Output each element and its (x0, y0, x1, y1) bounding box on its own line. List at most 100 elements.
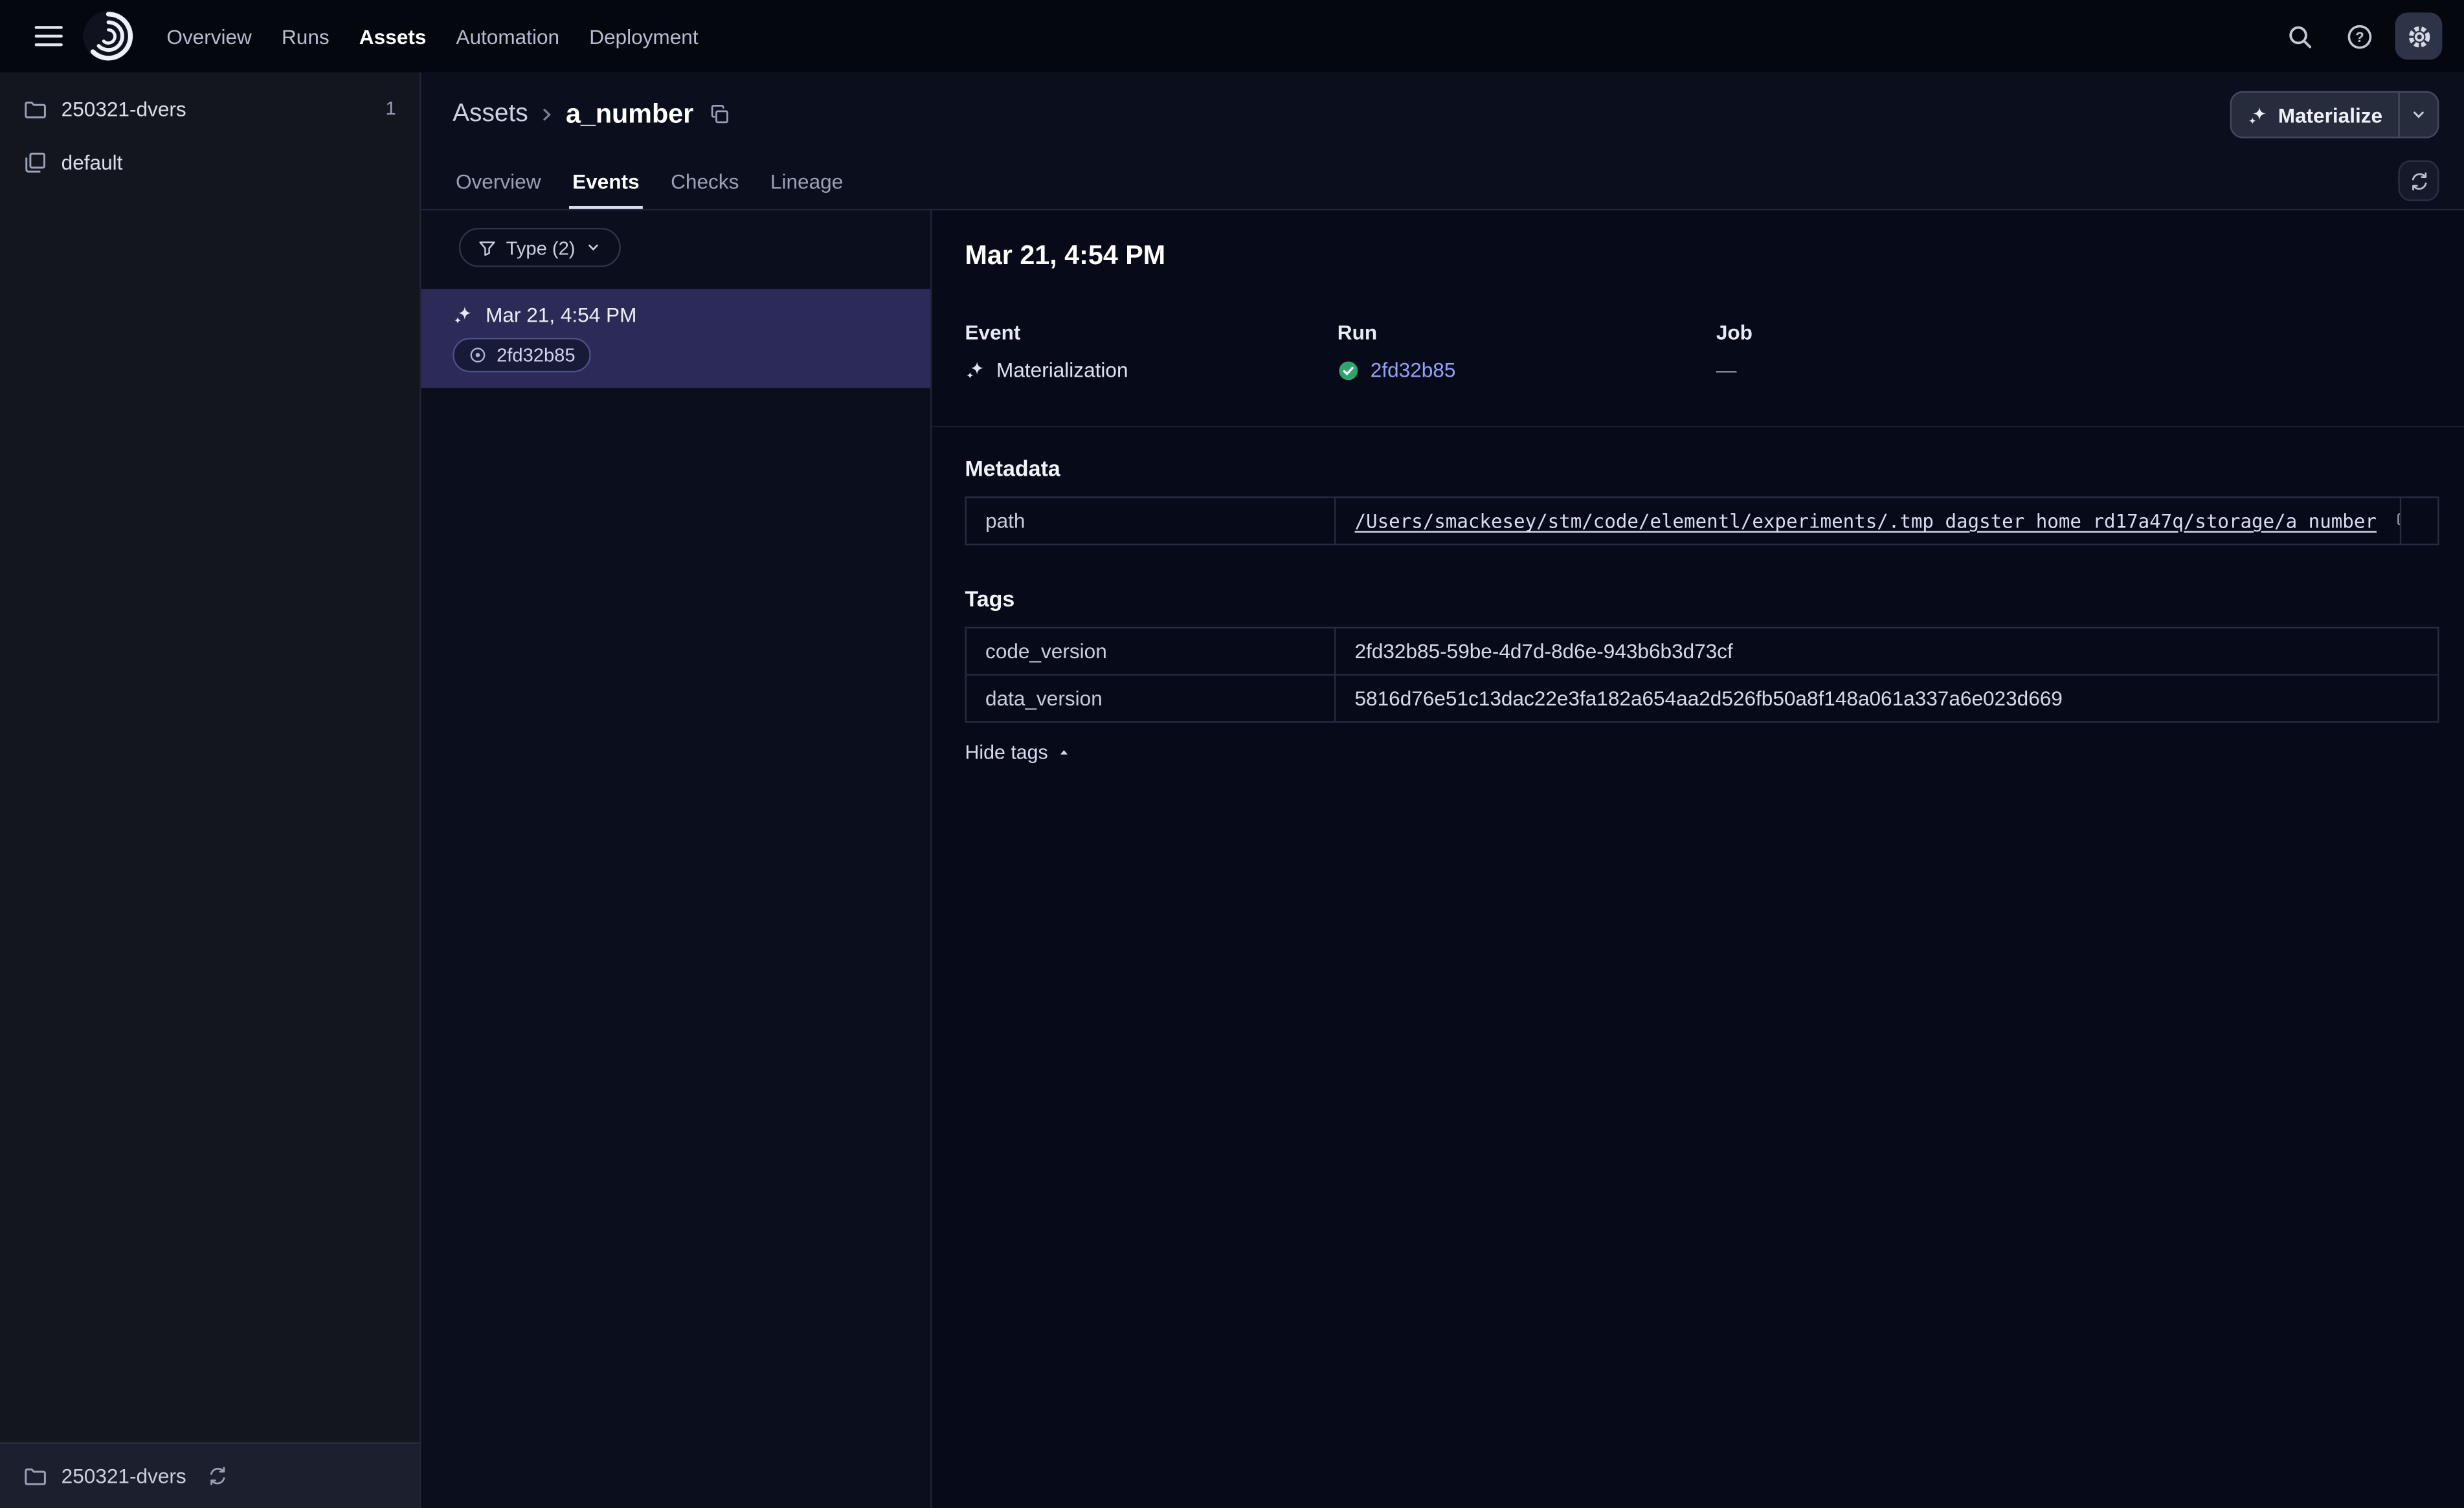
chevron-down-icon (2409, 105, 2428, 124)
dagster-logo[interactable] (82, 10, 135, 63)
main-area: Assets a_number Materialize Overview Eve… (421, 72, 2464, 1508)
breadcrumb-assets-link[interactable]: Assets (453, 100, 528, 129)
tag-value: 2fd32b85-59be-4d7d-8d6e-943b6b3d73cf (1334, 626, 2439, 676)
metadata-action-cell (2399, 496, 2439, 546)
event-value: Materialization (965, 358, 1337, 382)
copy-asset-name-button[interactable] (706, 100, 735, 129)
run-value: 2fd32b85 (1338, 358, 1716, 382)
event-detail-title: Mar 21, 4:54 PM (965, 240, 1166, 271)
metadata-heading: Metadata (965, 455, 1060, 481)
svg-text:?: ? (2355, 28, 2363, 45)
chevron-down-icon (585, 239, 602, 256)
tags-heading: Tags (965, 586, 1015, 612)
asset-group-icon (23, 150, 47, 173)
event-list-item[interactable]: Mar 21, 4:54 PM 2fd32b85 (421, 289, 931, 388)
tab-lineage[interactable]: Lineage (767, 170, 846, 209)
materialize-dropdown-button[interactable] (2400, 93, 2437, 137)
chevron-right-icon (536, 104, 558, 126)
folder-icon (23, 96, 47, 120)
section-divider (932, 425, 2464, 428)
event-detail-panel: Mar 21, 4:54 PM Event Materialization Ru… (932, 210, 2464, 1508)
nav-item-assets[interactable]: Assets (356, 18, 429, 54)
nav-item-deployment[interactable]: Deployment (586, 18, 701, 54)
footer-location-label: 250321-dvers (61, 1464, 186, 1488)
tags-table: code_version 2fd32b85-59be-4d7d-8d6e-943… (965, 626, 2439, 723)
menu-button[interactable] (22, 10, 76, 63)
hide-tags-label: Hide tags (965, 741, 1048, 764)
event-item-header: Mar 21, 4:54 PM (453, 304, 905, 327)
tab-events[interactable]: Events (569, 170, 642, 209)
tag-value: 5816d76e51c13dac22e3fa182a654aa2d526fb50… (1334, 674, 2439, 723)
tab-checks[interactable]: Checks (667, 170, 742, 209)
funnel-icon (478, 238, 497, 257)
hide-tags-link[interactable]: Hide tags (965, 742, 1071, 764)
summary-job-col: Job — (1716, 320, 2439, 382)
tag-key: code_version (965, 626, 1336, 676)
run-id-pill[interactable]: 2fd32b85 (453, 337, 591, 373)
event-type-label: Materialization (996, 358, 1128, 382)
asset-name: a_number (565, 98, 694, 129)
asset-count-badge: 1 (385, 97, 396, 120)
settings-button[interactable] (2395, 12, 2443, 60)
sync-icon[interactable] (207, 1466, 227, 1487)
asset-groups-sidebar: 250321-dvers 1 default 250321-dvers (0, 72, 421, 1508)
run-target-icon (468, 346, 487, 364)
events-list-panel: Type (2) Mar 21, 4:54 PM 2fd32b85 (421, 210, 932, 1508)
refresh-icon (2408, 170, 2429, 191)
table-row: data_version 5816d76e51c13dac22e3fa182a6… (965, 674, 2439, 723)
sidebar-item-group-default[interactable]: default (0, 135, 420, 189)
event-timestamp: Mar 21, 4:54 PM (486, 303, 637, 327)
copy-path-button[interactable] (2395, 512, 2399, 533)
caret-up-icon (1056, 745, 1071, 760)
tag-key: data_version (965, 674, 1336, 723)
primary-nav: Overview Runs Assets Automation Deployme… (163, 18, 701, 54)
metadata-value: /Users/smackesey/stm/code/elementl/exper… (1334, 496, 2402, 546)
events-content: Type (2) Mar 21, 4:54 PM 2fd32b85 Mar 21… (421, 210, 2464, 1508)
summary-run-col: Run 2fd32b85 (1338, 320, 1716, 382)
run-id-link[interactable]: 2fd32b85 (1371, 358, 1456, 381)
table-row: path /Users/smackesey/stm/code/elementl/… (965, 496, 2439, 546)
copy-icon (709, 104, 731, 126)
nav-item-runs[interactable]: Runs (278, 18, 332, 54)
type-filter-button[interactable]: Type (2) (458, 227, 621, 267)
event-label: Event (965, 320, 1021, 344)
type-filter-label: Type (2) (506, 236, 576, 259)
materialize-label: Materialize (2278, 103, 2383, 127)
sidebar-item-label: 250321-dvers (61, 96, 186, 120)
materialize-button[interactable]: Materialize (2231, 93, 2398, 137)
tab-overview[interactable]: Overview (453, 170, 544, 209)
job-label: Job (1716, 320, 1753, 344)
search-button[interactable] (2276, 12, 2323, 60)
refresh-button[interactable] (2398, 160, 2439, 201)
job-value: — (1716, 358, 1737, 382)
gear-icon (2405, 23, 2432, 49)
nav-item-overview[interactable]: Overview (163, 18, 254, 54)
folder-icon (23, 1464, 47, 1487)
event-summary-grid: Event Materialization Run 2fd32b85 Job — (965, 320, 2439, 382)
breadcrumb: Assets a_number Materialize (421, 72, 2464, 151)
nav-item-automation[interactable]: Automation (453, 18, 563, 54)
asset-tabs: Overview Events Checks Lineage (421, 151, 2464, 209)
run-label: Run (1337, 320, 1378, 344)
app-window: Overview Runs Assets Automation Deployme… (0, 0, 2464, 1508)
run-success-icon (1338, 359, 1360, 381)
menu-icon (34, 25, 63, 47)
sparkle-icon (2246, 104, 2267, 125)
table-row: code_version 2fd32b85-59be-4d7d-8d6e-943… (965, 626, 2439, 676)
materialization-icon (453, 305, 473, 326)
sidebar-footer[interactable]: 250321-dvers (0, 1442, 420, 1508)
help-button[interactable]: ? (2335, 12, 2382, 60)
search-icon (2286, 23, 2313, 49)
topbar-actions: ? (2276, 12, 2443, 60)
sidebar-item-label: default (61, 150, 123, 174)
asset-header: Assets a_number Materialize Overview Eve… (421, 72, 2464, 211)
metadata-table: path /Users/smackesey/stm/code/elementl/… (965, 496, 2439, 546)
summary-event-col: Event Materialization (965, 320, 1337, 382)
materialize-split-button: Materialize (2229, 91, 2439, 139)
metadata-key: path (965, 496, 1336, 546)
path-link[interactable]: /Users/smackesey/stm/code/elementl/exper… (1355, 511, 2377, 533)
app-body: 250321-dvers 1 default 250321-dvers Asse… (0, 72, 2464, 1508)
copy-icon (2395, 512, 2399, 533)
help-icon: ? (2346, 23, 2372, 49)
sidebar-item-code-location[interactable]: 250321-dvers 1 (0, 82, 420, 135)
